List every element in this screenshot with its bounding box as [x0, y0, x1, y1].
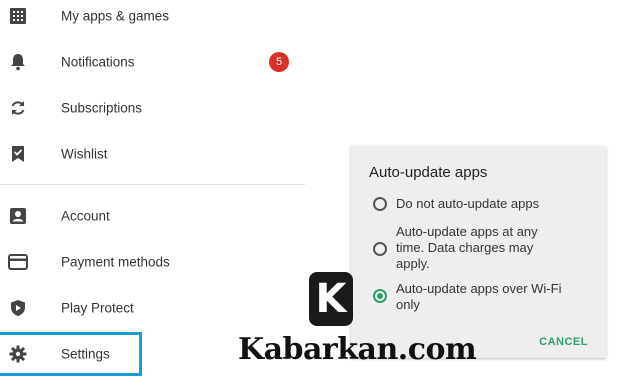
- settings-highlight-box: [0, 332, 142, 376]
- radio-button-selected[interactable]: [373, 289, 387, 303]
- radio-button[interactable]: [373, 242, 387, 256]
- menu-item-account[interactable]: Account: [0, 196, 305, 236]
- menu-item-label: Subscriptions: [61, 100, 143, 116]
- menu-item-payment-methods[interactable]: Payment methods: [0, 242, 305, 282]
- dialog-title: Auto-update apps: [369, 164, 488, 181]
- notification-count-badge: 5: [269, 52, 289, 72]
- cancel-button[interactable]: CANCEL: [539, 336, 588, 348]
- auto-update-dialog: Auto-update apps Do not auto-update apps…: [351, 146, 606, 358]
- bell-icon: [8, 52, 28, 72]
- radio-button[interactable]: [373, 197, 387, 211]
- menu-item-label: Play Protect: [61, 300, 134, 316]
- menu-item-subscriptions[interactable]: Subscriptions: [0, 88, 305, 128]
- shield-icon: [8, 298, 28, 318]
- menu-item-notifications[interactable]: Notifications 5: [0, 42, 305, 82]
- radio-option-label: Auto-update apps over Wi-Fi only: [396, 281, 562, 312]
- menu-item-label: Payment methods: [61, 254, 170, 270]
- radio-option-label: Do not auto-update apps: [396, 196, 540, 211]
- menu-item-label: Wishlist: [61, 146, 108, 162]
- menu-divider: [0, 184, 305, 185]
- menu-item-label: Account: [61, 208, 110, 224]
- radio-option-label: Auto-update apps at any time. Data charge…: [396, 224, 538, 271]
- menu-item-wishlist[interactable]: Wishlist: [0, 134, 305, 174]
- menu-item-my-apps-games[interactable]: My apps & games: [0, 0, 305, 36]
- watermark-logo: K: [309, 272, 353, 326]
- menu-item-label: My apps & games: [61, 8, 170, 24]
- apps-grid-icon: [8, 6, 28, 26]
- credit-card-icon: [8, 252, 28, 272]
- account-box-icon: [8, 206, 28, 226]
- watermark-text: Kabarkan.com: [238, 332, 477, 367]
- bookmark-check-icon: [8, 144, 28, 164]
- menu-item-label: Notifications: [61, 54, 135, 70]
- refresh-icon: [8, 98, 28, 118]
- menu-item-play-protect[interactable]: Play Protect: [0, 288, 305, 328]
